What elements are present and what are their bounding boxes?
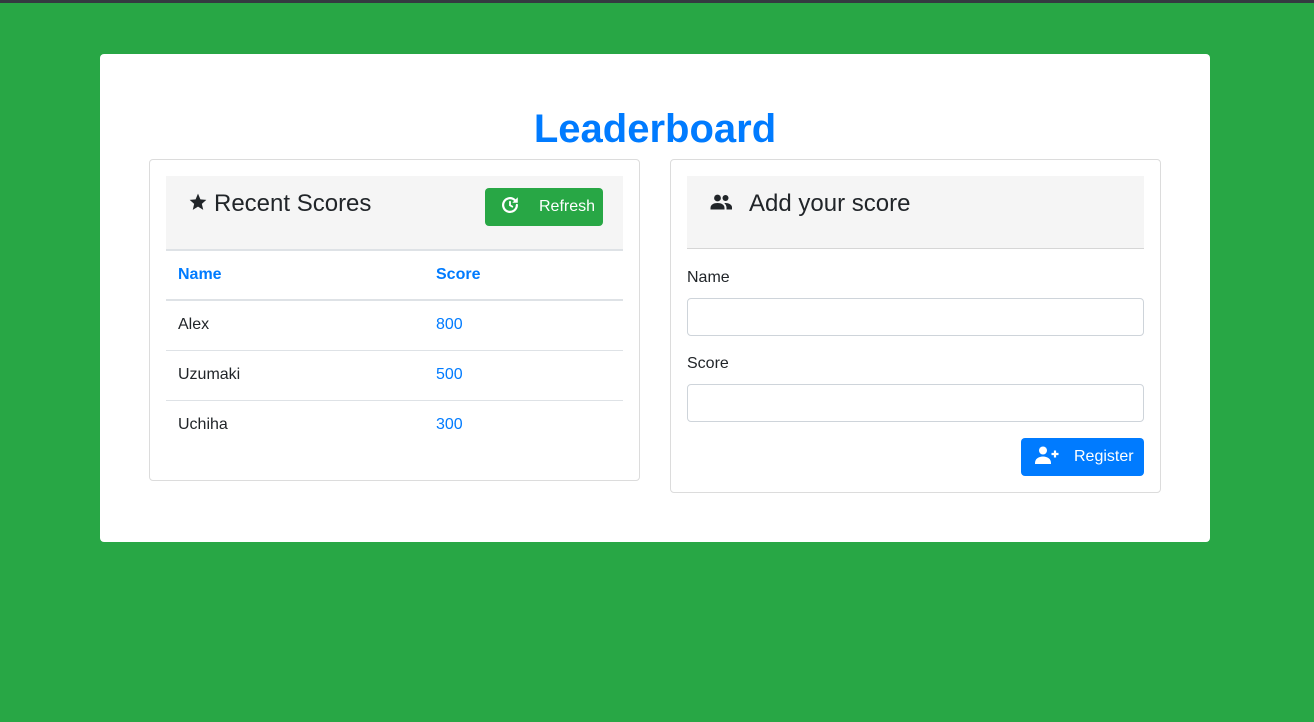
add-score-header: Add your score: [687, 176, 1144, 249]
refresh-button-label: Refresh: [539, 198, 596, 215]
row-name: Uchiha: [178, 416, 228, 434]
column-header-score[interactable]: Score: [424, 251, 623, 301]
row-name: Uzumaki: [166, 350, 424, 401]
name-input[interactable]: [687, 298, 1144, 336]
scores-table: Name Score Alex 800 Uzumaki 500 Uchiha 3…: [166, 251, 623, 450]
refresh-button[interactable]: Refresh: [485, 188, 603, 226]
score-input[interactable]: [687, 384, 1144, 422]
column-header-name[interactable]: Name: [166, 251, 424, 301]
row-name: Alex: [166, 300, 424, 351]
table-row: Alex 800: [166, 300, 623, 351]
recent-scores-title-text: Recent Scores: [214, 190, 372, 217]
browser-top-bar: [0, 0, 1314, 3]
refresh-icon: [499, 194, 521, 221]
star-icon: [188, 190, 208, 220]
recent-scores-title: Recent Scores: [188, 189, 371, 220]
row-score: 800: [424, 300, 623, 351]
table-row: Uchiha 300: [166, 400, 623, 450]
add-user-icon: [1034, 445, 1060, 470]
table-header-row: Name Score: [166, 251, 623, 301]
table-row: Uzumaki 500: [166, 350, 623, 401]
main-container: Leaderboard Recent Scores Refresh Name S…: [100, 54, 1210, 542]
recent-scores-card: Recent Scores Refresh Name Score Alex 80…: [149, 159, 640, 481]
add-score-title: Add your score: [709, 189, 910, 220]
add-score-card: Add your score Name Score Register: [670, 159, 1161, 493]
score-label: Score: [687, 355, 729, 372]
recent-scores-header: Recent Scores Refresh: [166, 176, 623, 251]
register-button[interactable]: Register: [1021, 438, 1144, 476]
page-title: Leaderboard: [533, 107, 777, 151]
add-score-title-text: Add your score: [749, 190, 911, 217]
row-score: 300: [436, 416, 463, 434]
users-icon: [709, 190, 733, 220]
name-label: Name: [687, 269, 730, 286]
row-score: 500: [424, 350, 623, 401]
register-button-label: Register: [1074, 448, 1134, 465]
